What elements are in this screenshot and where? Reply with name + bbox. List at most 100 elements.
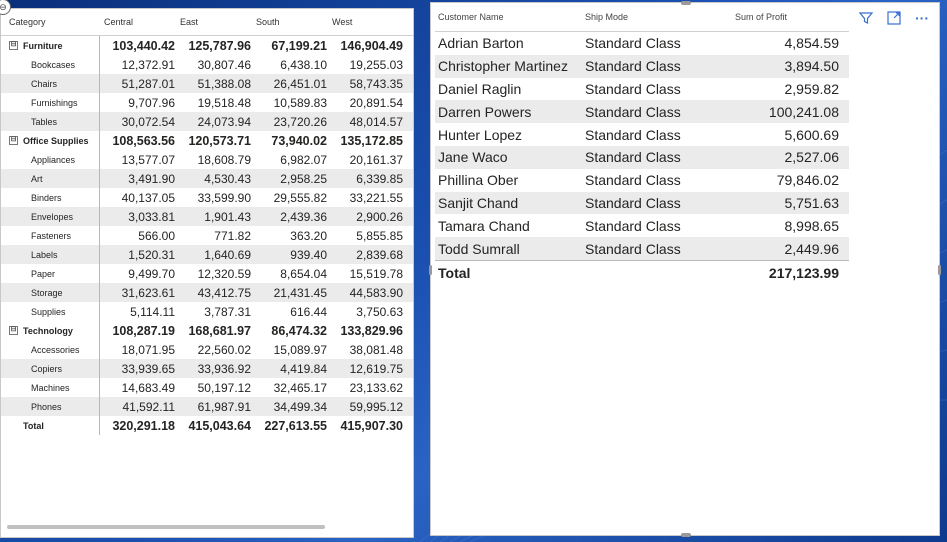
header-customer-name[interactable]: Customer Name xyxy=(435,12,585,22)
matrix-cell: 18,608.79 xyxy=(197,152,251,167)
ship-mode-cell: Standard Class xyxy=(585,80,681,97)
matrix-cell: 566.00 xyxy=(138,228,175,243)
focus-mode-icon[interactable] xyxy=(885,9,903,27)
table-row[interactable]: Christopher Martinez Standard Class 3,894.… xyxy=(435,54,849,78)
row-label: Supplies xyxy=(1,302,100,321)
matrix-row[interactable]: Bookcases 12,372.91 30,807.46 6,438.10 19,25… xyxy=(1,55,413,74)
table-row[interactable]: Hunter Lopez Standard Class 5,600.69 xyxy=(435,123,849,146)
resize-handle-bottom[interactable] xyxy=(681,533,691,537)
matrix-cell: 1,520.31 xyxy=(128,247,175,262)
table-visual[interactable]: ··· Customer Name Ship Mode Sum of Profi… xyxy=(429,1,941,537)
header-ship-mode[interactable]: Ship Mode xyxy=(585,12,735,22)
resize-handle-left[interactable] xyxy=(429,265,432,275)
matrix-cell: 30,072.54 xyxy=(121,114,175,129)
ship-mode-cell: Standard Class xyxy=(585,35,681,52)
matrix-cell: 9,499.70 xyxy=(128,266,175,281)
row-label-text: Technology xyxy=(23,325,73,336)
matrix-cell: 19,518.48 xyxy=(197,95,251,110)
table-row[interactable]: Daniel Raglin Standard Class 2,959.82 xyxy=(435,78,849,101)
table-row[interactable]: Tamara Chand Standard Class 8,998.65 xyxy=(435,214,849,237)
profit-cell: 2,527.06 xyxy=(784,149,840,166)
matrix-row[interactable]: Fasteners 566.00 771.82 363.20 5,855.85 xyxy=(1,226,413,245)
matrix-cell: 33,936.92 xyxy=(197,361,251,376)
matrix-row[interactable]: Appliances 13,577.07 18,608.79 6,982.07 20,1… xyxy=(1,150,413,169)
row-label-text: Furniture xyxy=(23,40,63,51)
matrix-cell: 939.40 xyxy=(290,247,327,262)
matrix-row[interactable]: Supplies 5,114.11 3,787.31 616.44 3,750.63 xyxy=(1,302,413,321)
row-label-text: Copiers xyxy=(31,363,63,374)
matrix-row[interactable]: Binders 40,137.05 33,599.90 29,555.82 33,221… xyxy=(1,188,413,207)
row-label-text: Paper xyxy=(31,268,56,279)
matrix-row[interactable]: Paper 9,499.70 12,320.59 8,654.04 15,519.78 xyxy=(1,264,413,283)
matrix-body: ⊟ Furniture 103,440.42 125,787.96 67,199.21 1… xyxy=(1,36,413,435)
matrix-cell: 21,431.45 xyxy=(273,285,327,300)
profit-cell: 100,241.08 xyxy=(768,103,839,120)
row-label-text: Appliances xyxy=(31,154,76,165)
matrix-row[interactable]: Chairs 51,287.01 51,388.08 26,451.01 58,743.… xyxy=(1,74,413,93)
resize-handle-top[interactable] xyxy=(681,1,691,5)
profit-cell: 4,854.59 xyxy=(784,35,840,52)
row-label: Storage xyxy=(1,283,100,302)
matrix-row[interactable]: Accessories 18,071.95 22,560.02 15,089.97 38… xyxy=(1,340,413,359)
row-label-text: Machines xyxy=(31,382,70,393)
filter-icon[interactable] xyxy=(857,9,875,27)
matrix-cell: 23,133.62 xyxy=(349,380,403,395)
row-label: Envelopes xyxy=(1,207,100,226)
matrix-cell: 320,291.18 xyxy=(112,418,175,433)
row-label: Machines xyxy=(1,378,100,397)
profit-cell: 5,751.63 xyxy=(784,194,840,211)
collapse-icon[interactable]: ⊟ xyxy=(9,326,18,335)
matrix-group-row[interactable]: ⊟ Office Supplies 108,563.56 120,573.71 73,9… xyxy=(1,131,413,150)
matrix-cell: 103,440.42 xyxy=(112,38,175,53)
row-label-text: Binders xyxy=(31,192,62,203)
matrix-row[interactable]: Furnishings 9,707.96 19,518.48 10,589.83 20,… xyxy=(1,93,413,112)
matrix-cell: 12,372.91 xyxy=(121,57,175,72)
table-row[interactable]: Sanjit Chand Standard Class 5,751.63 xyxy=(435,191,849,215)
matrix-cell: 12,619.75 xyxy=(349,361,403,376)
matrix-cell: 41,592.11 xyxy=(122,399,176,414)
table-row[interactable]: Darren Powers Standard Class 100,241.08 xyxy=(435,100,849,124)
matrix-cell: 38,081.48 xyxy=(349,342,403,357)
matrix-row[interactable]: Tables 30,072.54 24,073.94 23,720.26 48,014.… xyxy=(1,112,413,131)
header-central[interactable]: Central xyxy=(100,17,176,27)
header-west[interactable]: West xyxy=(328,17,404,27)
profit-cell: 79,846.02 xyxy=(776,172,839,189)
table-row[interactable]: Adrian Barton Standard Class 4,854.59 xyxy=(435,32,849,55)
matrix-row[interactable]: Machines 14,683.49 50,197.12 32,465.17 23,13… xyxy=(1,378,413,397)
row-label-text: Bookcases xyxy=(31,59,76,70)
matrix-row[interactable]: Art 3,491.90 4,530.43 2,958.25 6,339.85 xyxy=(1,169,413,188)
matrix-cell: 33,599.90 xyxy=(197,190,251,205)
profit-cell: 5,600.69 xyxy=(784,126,840,143)
header-east[interactable]: East xyxy=(176,17,252,27)
matrix-row[interactable]: Storage 31,623.61 43,412.75 21,431.45 44,583… xyxy=(1,283,413,302)
row-label: ⊟ Furniture xyxy=(1,36,100,55)
table-row[interactable]: Todd Sumrall Standard Class 2,449.96 xyxy=(435,237,849,260)
collapse-icon[interactable]: ⊟ xyxy=(9,41,18,50)
matrix-cell: 1,640.69 xyxy=(204,247,251,262)
resize-handle-right[interactable] xyxy=(938,265,941,275)
ship-mode-cell: Standard Class xyxy=(585,58,681,75)
matrix-row[interactable]: Labels 1,520.31 1,640.69 939.40 2,839.68 xyxy=(1,245,413,264)
header-south[interactable]: South xyxy=(252,17,328,27)
row-label-text: Storage xyxy=(31,287,63,298)
table-row[interactable]: Phillina Ober Standard Class 79,846.02 xyxy=(435,169,849,192)
customer-name-cell: Adrian Barton xyxy=(438,35,524,52)
collapse-icon[interactable]: ⊟ xyxy=(9,136,18,145)
matrix-cell: 2,839.68 xyxy=(356,247,403,262)
matrix-cell: 50,197.12 xyxy=(197,380,251,395)
matrix-group-row[interactable]: ⊟ Technology 108,287.19 168,681.97 86,474.32… xyxy=(1,321,413,340)
more-options-icon[interactable]: ··· xyxy=(913,9,931,27)
ship-mode-cell: Standard Class xyxy=(585,103,681,120)
row-label-text: Office Supplies xyxy=(23,135,89,146)
matrix-row[interactable]: Phones 41,592.11 61,987.91 34,499.34 59,995.… xyxy=(1,397,413,416)
matrix-cell: 4,419.84 xyxy=(280,361,327,376)
matrix-row[interactable]: Copiers 33,939.65 33,936.92 4,419.84 12,619.… xyxy=(1,359,413,378)
matrix-visual[interactable]: ⊖ Category Central East South West ⊟ Furn… xyxy=(0,0,414,538)
table-row[interactable]: Jane Waco Standard Class 2,527.06 xyxy=(435,145,849,169)
header-category[interactable]: Category xyxy=(1,17,100,27)
horizontal-scrollbar[interactable] xyxy=(7,525,325,529)
matrix-group-row[interactable]: ⊟ Furniture 103,440.42 125,787.96 67,199.21 1… xyxy=(1,36,413,55)
header-sum-of-profit[interactable]: Sum of Profit xyxy=(735,12,839,22)
matrix-row[interactable]: Envelopes 3,033.81 1,901.43 2,439.36 2,900.2… xyxy=(1,207,413,226)
matrix-total-row[interactable]: Total 320,291.18 415,043.64 227,613.55 415,9… xyxy=(1,416,413,435)
